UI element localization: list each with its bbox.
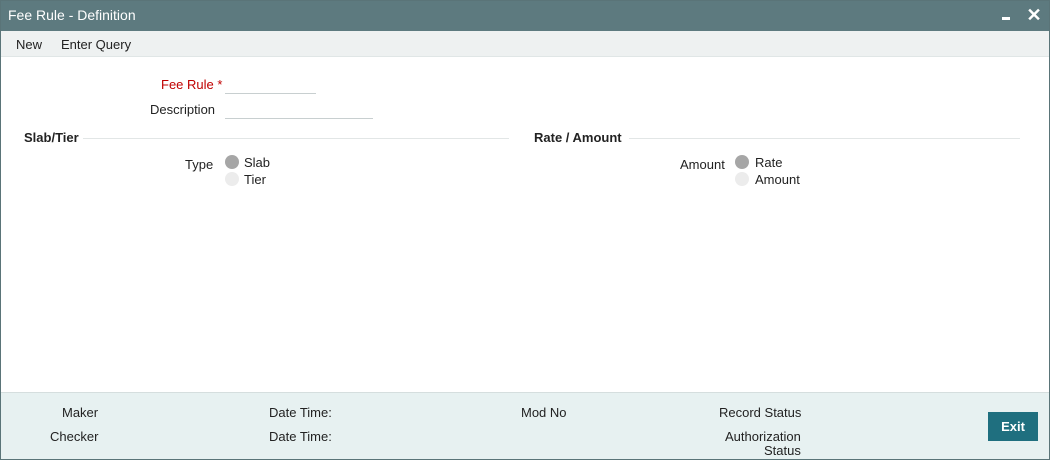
mod-no-label: Mod No xyxy=(521,405,567,420)
type-label: Type xyxy=(185,157,214,172)
description-input[interactable] xyxy=(225,101,373,119)
radio-rate[interactable] xyxy=(735,155,749,169)
close-icon[interactable]: ✕ xyxy=(1023,3,1045,27)
menu-enter-query[interactable]: Enter Query xyxy=(61,37,131,52)
title-bar: Fee Rule - Definition ✕ xyxy=(1,1,1049,31)
radio-slab[interactable] xyxy=(225,155,239,169)
radio-amount[interactable] xyxy=(735,172,749,186)
minimize-button[interactable] xyxy=(997,5,1015,25)
radio-slab-label: Slab xyxy=(244,155,271,170)
rate-amount-section-title: Rate / Amount xyxy=(534,130,622,145)
fee-rule-input[interactable] xyxy=(225,76,316,94)
audit-footer: Maker Checker Date Time: Date Time: Mod … xyxy=(1,392,1049,459)
maker-date-time-label: Date Time: xyxy=(269,405,332,420)
amount-label: Amount xyxy=(680,157,725,172)
menu-new[interactable]: New xyxy=(16,37,42,52)
menu-bar: New Enter Query xyxy=(1,31,1049,57)
checker-date-time-label: Date Time: xyxy=(269,429,332,444)
radio-amount-label: Amount xyxy=(755,172,800,187)
checker-label: Checker xyxy=(50,429,99,444)
rate-amount-divider xyxy=(629,138,1020,139)
authorization-status-label-line1: Authorization xyxy=(725,429,801,444)
record-status-label: Record Status xyxy=(719,405,802,420)
exit-button[interactable]: Exit xyxy=(988,412,1038,441)
slab-tier-section-title: Slab/Tier xyxy=(24,130,79,145)
radio-tier[interactable] xyxy=(225,172,239,186)
fee-rule-window: Fee Rule - Definition ✕ New Enter Query … xyxy=(0,0,1050,460)
slab-tier-divider xyxy=(83,138,509,139)
required-marker: * xyxy=(217,77,223,92)
window-title: Fee Rule - Definition xyxy=(8,7,136,23)
authorization-status-label-line2: Status xyxy=(764,443,801,458)
fee-rule-label: Fee Rule * xyxy=(161,77,222,92)
maker-label: Maker xyxy=(62,405,99,420)
radio-tier-label: Tier xyxy=(244,172,266,187)
fee-rule-label-text: Fee Rule xyxy=(161,77,214,92)
description-label: Description xyxy=(150,102,216,117)
radio-rate-label: Rate xyxy=(755,155,783,170)
